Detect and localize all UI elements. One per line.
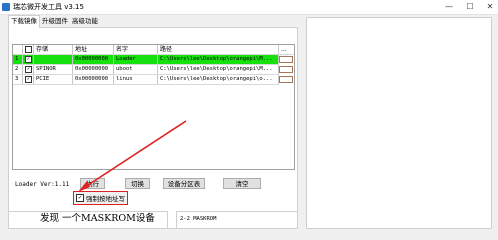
row-address[interactable]: 0x00000000 [73,65,114,74]
browse-button[interactable] [279,75,293,83]
row-num: 1 [13,55,23,64]
header-num [13,45,23,54]
clear-button[interactable]: 清空 [223,178,261,189]
row-path[interactable]: C:\Users\lee\Desktop\orangepi\M... [158,65,279,74]
header-storage: 存储 [34,45,73,54]
close-button[interactable]: ✕ [481,1,498,12]
header-path: 路径 [158,45,279,54]
run-button[interactable]: 执行 [80,178,105,189]
log-panel [306,17,492,229]
check-all-box[interactable] [25,46,32,53]
row-num: 3 [13,75,23,84]
header-name: 名字 [114,45,158,54]
row-checkbox[interactable]: ✓ [25,76,32,83]
header-address: 地址 [73,45,114,54]
force-write-checkbox[interactable]: ✓ [76,194,84,202]
status-message: 发现 一个MASKROM设备 [40,213,155,224]
row-check-cell[interactable]: ✓ [23,75,34,84]
row-name[interactable]: linux [114,75,158,84]
table-row[interactable]: 3 ✓ PCIE 0x00000000 linux C:\Users\lee\D… [13,75,279,85]
image-table: 存储 地址 名字 路径 ... 1 ✓ 0x00000000 Loader C:… [12,44,295,170]
force-write-option[interactable]: ✓ 强制按地址写 [73,191,128,205]
app-icon [2,3,10,11]
browse-button[interactable] [279,55,293,63]
maximize-button[interactable]: ☐ [461,1,479,12]
force-write-label: 强制按地址写 [86,195,125,203]
row-check-cell[interactable]: ✓ [23,65,34,74]
loader-version: Loader Ver:1.11 [15,181,70,188]
table-row[interactable]: 1 ✓ 0x00000000 Loader C:\Users\lee\Deskt… [13,55,279,65]
window-title: 瑞芯微开发工具 v3.15 [13,3,84,11]
browse-button[interactable] [279,65,293,73]
header-extra: ... [279,45,294,54]
row-address[interactable]: 0x00000000 [73,55,114,64]
row-path[interactable]: C:\Users\lee\Desktop\orangepi\M... [158,55,279,64]
row-checkbox[interactable]: ✓ [25,56,32,63]
partition-table-button[interactable]: 设备分区表 [163,178,205,189]
row-num: 2 [13,65,23,74]
header-check-all[interactable] [23,45,34,54]
tab-download-image[interactable]: 下载镜像 [8,15,40,28]
row-storage[interactable]: SPINOR [34,65,73,74]
switch-button[interactable]: 切换 [125,178,150,189]
device-status: 2-2 MASKROM [180,216,217,222]
row-name[interactable]: uboot [114,65,158,74]
row-address[interactable]: 0x00000000 [73,75,114,84]
row-name[interactable]: Loader [114,55,158,64]
table-header: 存储 地址 名字 路径 ... [13,45,294,55]
row-storage[interactable]: PCIE [34,75,73,84]
tab-advanced[interactable]: 高级功能 [70,16,100,27]
row-check-cell[interactable]: ✓ [23,55,34,64]
tab-upgrade-firmware[interactable]: 升级固件 [40,16,70,27]
row-path[interactable]: C:\Users\lee\Desktop\orangepi\o... [158,75,279,84]
row-storage[interactable] [34,55,73,64]
row-checkbox[interactable]: ✓ [25,66,32,73]
table-row[interactable]: 2 ✓ SPINOR 0x00000000 uboot C:\Users\lee… [13,65,279,75]
minimize-button[interactable]: — [440,1,458,12]
